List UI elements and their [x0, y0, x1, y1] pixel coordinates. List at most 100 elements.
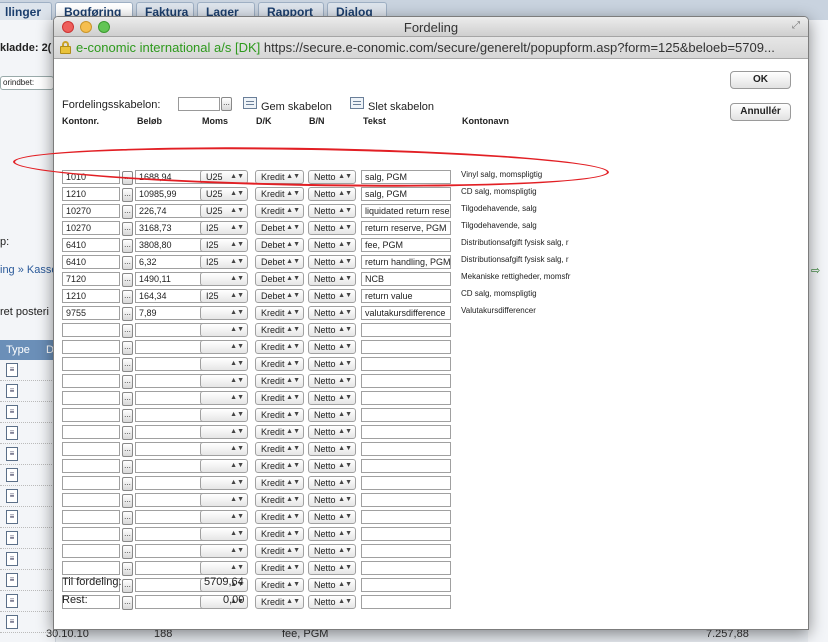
moms-select[interactable]: ▲▼	[200, 323, 248, 337]
export-icon[interactable]: ⇨	[811, 264, 820, 277]
dk-select[interactable]: Kredit ▲▼	[255, 578, 304, 592]
belob-input[interactable]: 226,74	[135, 204, 205, 218]
moms-select[interactable]: ▲▼	[200, 340, 248, 354]
moms-select[interactable]: ▲▼	[200, 493, 248, 507]
bn-select[interactable]: Netto ▲▼	[308, 221, 356, 235]
belob-input[interactable]	[135, 323, 205, 337]
belob-input[interactable]: 3168,73	[135, 221, 205, 235]
belob-input[interactable]	[135, 544, 205, 558]
bn-select[interactable]: Netto ▲▼	[308, 561, 356, 575]
dk-select[interactable]: Kredit ▲▼	[255, 595, 304, 609]
dk-select[interactable]: Kredit ▲▼	[255, 408, 304, 422]
konto-lookup-button[interactable]: ...	[122, 511, 133, 525]
dk-select[interactable]: Debet ▲▼	[255, 238, 304, 252]
moms-select[interactable]: ▲▼	[200, 408, 248, 422]
tekst-input[interactable]	[361, 425, 451, 439]
belob-input[interactable]: 164,34	[135, 289, 205, 303]
dk-select[interactable]: Kredit ▲▼	[255, 374, 304, 388]
dk-select[interactable]: Debet ▲▼	[255, 289, 304, 303]
konto-lookup-button[interactable]: ...	[122, 375, 133, 389]
window-titlebar[interactable]: Fordeling ⤢	[54, 17, 808, 37]
document-icon[interactable]: ≡	[6, 405, 18, 419]
tekst-input[interactable]: liquidated return rese	[361, 204, 451, 218]
bn-select[interactable]: Netto ▲▼	[308, 527, 356, 541]
bn-select[interactable]: Netto ▲▼	[308, 578, 356, 592]
tekst-input[interactable]	[361, 493, 451, 507]
bn-select[interactable]: Netto ▲▼	[308, 306, 356, 320]
tekst-input[interactable]: valutakursdifference	[361, 306, 451, 320]
konto-input[interactable]: 10270	[62, 221, 120, 235]
document-icon[interactable]: ≡	[6, 573, 18, 587]
tekst-input[interactable]	[361, 323, 451, 337]
dk-select[interactable]: Kredit ▲▼	[255, 204, 304, 218]
dk-select[interactable]: Kredit ▲▼	[255, 561, 304, 575]
belob-input[interactable]: 7,89	[135, 306, 205, 320]
belob-input[interactable]	[135, 391, 205, 405]
bn-select[interactable]: Netto ▲▼	[308, 238, 356, 252]
dk-select[interactable]: Kredit ▲▼	[255, 476, 304, 490]
tekst-input[interactable]	[361, 578, 451, 592]
konto-lookup-button[interactable]: ...	[122, 392, 133, 406]
moms-select[interactable]: I25 ▲▼	[200, 238, 248, 252]
tekst-input[interactable]	[361, 408, 451, 422]
konto-input[interactable]	[62, 408, 120, 422]
belob-input[interactable]	[135, 357, 205, 371]
tekst-input[interactable]	[361, 391, 451, 405]
tekst-input[interactable]: NCB	[361, 272, 451, 286]
konto-lookup-button[interactable]: ...	[122, 324, 133, 338]
dk-select[interactable]: Debet ▲▼	[255, 221, 304, 235]
dk-select[interactable]: Kredit ▲▼	[255, 425, 304, 439]
konto-lookup-button[interactable]: ...	[122, 239, 133, 253]
tekst-input[interactable]	[361, 544, 451, 558]
moms-select[interactable]: I25 ▲▼	[200, 221, 248, 235]
konto-lookup-button[interactable]: ...	[122, 341, 133, 355]
dk-select[interactable]: Kredit ▲▼	[255, 510, 304, 524]
delete-template-link[interactable]: Slet skabelon	[368, 101, 434, 113]
konto-lookup-button[interactable]: ...	[122, 205, 133, 219]
dk-select[interactable]: Kredit ▲▼	[255, 527, 304, 541]
dk-select[interactable]: Kredit ▲▼	[255, 187, 304, 201]
belob-input[interactable]	[135, 510, 205, 524]
document-icon[interactable]: ≡	[6, 510, 18, 524]
moms-select[interactable]: ▲▼	[200, 442, 248, 456]
konto-input[interactable]: 7120	[62, 272, 120, 286]
document-icon[interactable]: ≡	[6, 489, 18, 503]
konto-input[interactable]	[62, 442, 120, 456]
dk-select[interactable]: Kredit ▲▼	[255, 493, 304, 507]
belob-input[interactable]	[135, 459, 205, 473]
konto-lookup-button[interactable]: ...	[122, 222, 133, 236]
belob-input[interactable]	[135, 493, 205, 507]
konto-input[interactable]	[62, 357, 120, 371]
konto-lookup-button[interactable]: ...	[122, 256, 133, 270]
tekst-input[interactable]: return value	[361, 289, 451, 303]
belob-input[interactable]: 10985,99	[135, 187, 205, 201]
bn-select[interactable]: Netto ▲▼	[308, 408, 356, 422]
konto-lookup-button[interactable]: ...	[122, 426, 133, 440]
moms-select[interactable]: ▲▼	[200, 425, 248, 439]
bn-select[interactable]: Netto ▲▼	[308, 595, 356, 609]
bn-select[interactable]: Netto ▲▼	[308, 442, 356, 456]
bn-select[interactable]: Netto ▲▼	[308, 323, 356, 337]
belob-input[interactable]: 1490,11	[135, 272, 205, 286]
konto-lookup-button[interactable]: ...	[122, 460, 133, 474]
tekst-input[interactable]	[361, 374, 451, 388]
konto-input[interactable]: 6410	[62, 255, 120, 269]
bn-select[interactable]: Netto ▲▼	[308, 476, 356, 490]
konto-lookup-button[interactable]: ...	[122, 477, 133, 491]
moms-select[interactable]: ▲▼	[200, 459, 248, 473]
belob-input[interactable]	[135, 425, 205, 439]
tekst-input[interactable]	[361, 357, 451, 371]
template-lookup-button[interactable]: ...	[221, 97, 232, 111]
tekst-input[interactable]: salg, PGM	[361, 187, 451, 201]
tekst-input[interactable]: fee, PGM	[361, 238, 451, 252]
moms-select[interactable]: ▲▼	[200, 391, 248, 405]
tekst-input[interactable]	[361, 340, 451, 354]
bn-select[interactable]: Netto ▲▼	[308, 374, 356, 388]
tekst-input[interactable]: return handling, PGM	[361, 255, 451, 269]
tekst-input[interactable]	[361, 595, 451, 609]
belob-input[interactable]	[135, 374, 205, 388]
konto-input[interactable]	[62, 374, 120, 388]
tekst-input[interactable]	[361, 510, 451, 524]
belob-input[interactable]	[135, 476, 205, 490]
konto-input[interactable]	[62, 544, 120, 558]
